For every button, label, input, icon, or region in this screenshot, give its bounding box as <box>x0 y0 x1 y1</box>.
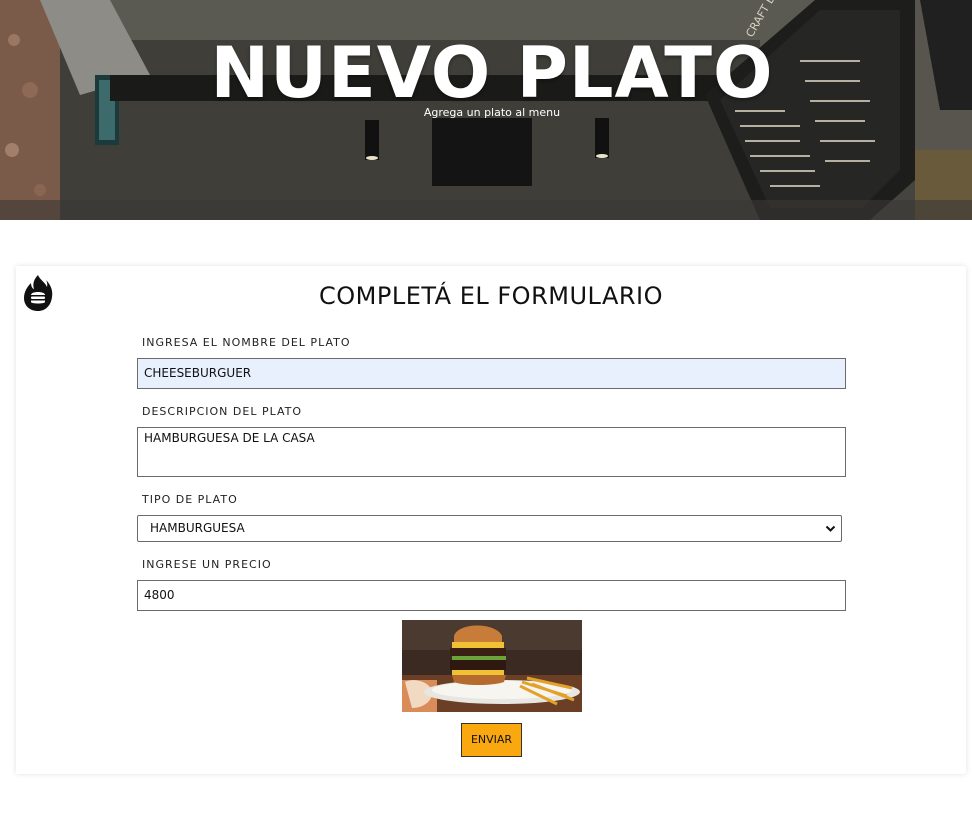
price-input[interactable]: 4800 <box>137 580 846 611</box>
chevron-down-icon <box>825 525 836 532</box>
dish-type-label: TIPO DE PLATO <box>142 493 238 506</box>
form-heading: COMPLETÁ EL FORMULARIO <box>319 282 663 310</box>
dish-form-card: COMPLETÁ EL FORMULARIO INGRESA EL NOMBRE… <box>16 266 966 774</box>
dish-preview-image <box>402 620 582 712</box>
dish-type-select[interactable]: HAMBURGUESA <box>137 515 842 542</box>
hero-banner: CRAFT BEER NUEVO PLATO Agrega un plato a… <box>0 0 972 220</box>
dish-type-selected-value: HAMBURGUESA <box>150 521 245 535</box>
page-subtitle: Agrega un plato al menu <box>423 106 561 119</box>
burger-photo <box>402 620 582 712</box>
submit-button[interactable]: ENVIAR <box>461 723 522 757</box>
page-title: NUEVO PLATO <box>210 32 774 114</box>
dish-name-label: INGRESA EL NOMBRE DEL PLATO <box>142 336 351 349</box>
dish-description-label: DESCRIPCION DEL PLATO <box>142 405 303 418</box>
price-label: INGRESE UN PRECIO <box>142 558 272 571</box>
dish-name-input[interactable]: CHEESEBURGUER <box>137 358 846 389</box>
dish-description-textarea[interactable]: HAMBURGUESA DE LA CASA <box>137 427 846 477</box>
